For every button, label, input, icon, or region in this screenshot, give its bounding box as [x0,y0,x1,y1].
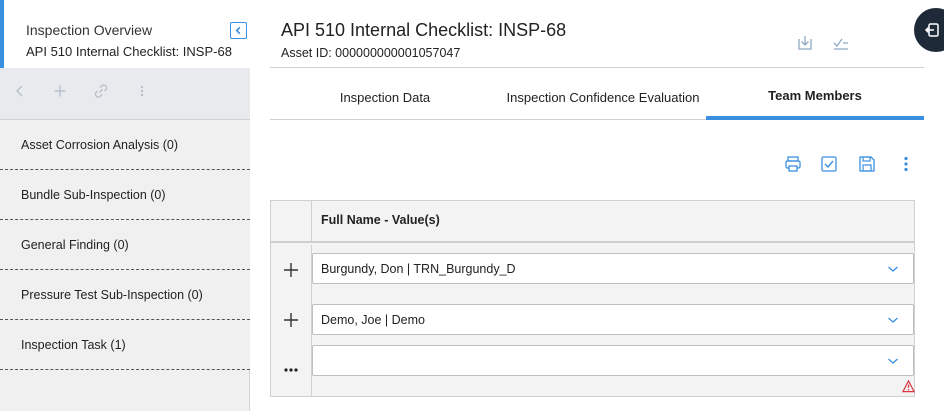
more-vertical-icon[interactable] [133,82,151,100]
header-divider [270,67,924,68]
chevron-down-icon[interactable] [887,314,899,326]
left-panel: Inspection Overview API 510 Internal Che… [0,0,250,411]
column-separator [311,201,312,243]
nav-item-pressure-test-sub-inspection[interactable]: Pressure Test Sub-Inspection (0) [0,270,250,320]
team-member-field[interactable]: Demo, Joe | Demo [312,304,914,335]
related-records-list: Asset Corrosion Analysis (0) Bundle Sub-… [0,120,250,370]
print-icon[interactable] [784,155,802,173]
team-member-value: Burgundy, Don | TRN_Burgundy_D [321,261,516,276]
more-vertical-icon[interactable] [897,155,915,173]
left-panel-header: Inspection Overview API 510 Internal Che… [0,0,250,68]
exit-panel-icon [924,23,939,37]
side-panel-toggle[interactable] [914,8,944,52]
left-toolbar [0,68,250,120]
tab-bar: Inspection Data Inspection Confidence Ev… [270,74,924,120]
team-members-grid: Full Name - Value(s) Burgundy, Don | TRN… [270,200,915,397]
collapse-panel-button[interactable] [230,22,247,39]
save-icon[interactable] [858,155,876,173]
tab-inspection-confidence-evaluation[interactable]: Inspection Confidence Evaluation [500,74,706,120]
team-member-field[interactable]: Burgundy, Don | TRN_Burgundy_D [312,253,914,284]
team-member-field-empty[interactable] [312,345,914,376]
link-icon[interactable] [92,82,110,100]
checklist-icon[interactable] [832,34,850,52]
chevron-left-icon [235,26,241,35]
more-horizontal-icon [284,368,298,372]
page-title: API 510 Internal Checklist: INSP-68 [281,20,567,40]
add-row-button[interactable] [271,295,311,345]
column-header-full-name: Full Name - Value(s) [321,213,440,227]
row-options-button[interactable] [271,345,311,395]
add-icon[interactable] [51,82,69,100]
left-panel-subtitle: API 510 Internal Checklist: INSP-68 [26,44,232,59]
chevron-down-icon[interactable] [887,263,899,275]
back-icon[interactable] [11,82,29,100]
chevron-down-icon[interactable] [887,355,899,367]
add-row-button[interactable] [271,245,311,295]
nav-item-inspection-task[interactable]: Inspection Task (1) [0,320,250,370]
validate-icon[interactable] [820,155,838,173]
nav-item-asset-corrosion-analysis[interactable]: Asset Corrosion Analysis (0) [0,120,250,170]
nav-item-general-finding[interactable]: General Finding (0) [0,220,250,270]
asset-id: Asset ID: 000000000001057047 [281,46,461,60]
download-icon[interactable] [796,34,814,52]
tab-inspection-data[interactable]: Inspection Data [270,74,500,120]
plus-icon [284,313,298,327]
grid-header: Full Name - Value(s) [271,201,914,243]
left-panel-title: Inspection Overview [26,22,153,38]
nav-item-bundle-sub-inspection[interactable]: Bundle Sub-Inspection (0) [0,170,250,220]
plus-icon [284,263,298,277]
tab-team-members[interactable]: Team Members [706,74,924,120]
warning-icon [902,380,915,393]
team-member-value: Demo, Joe | Demo [321,312,425,327]
